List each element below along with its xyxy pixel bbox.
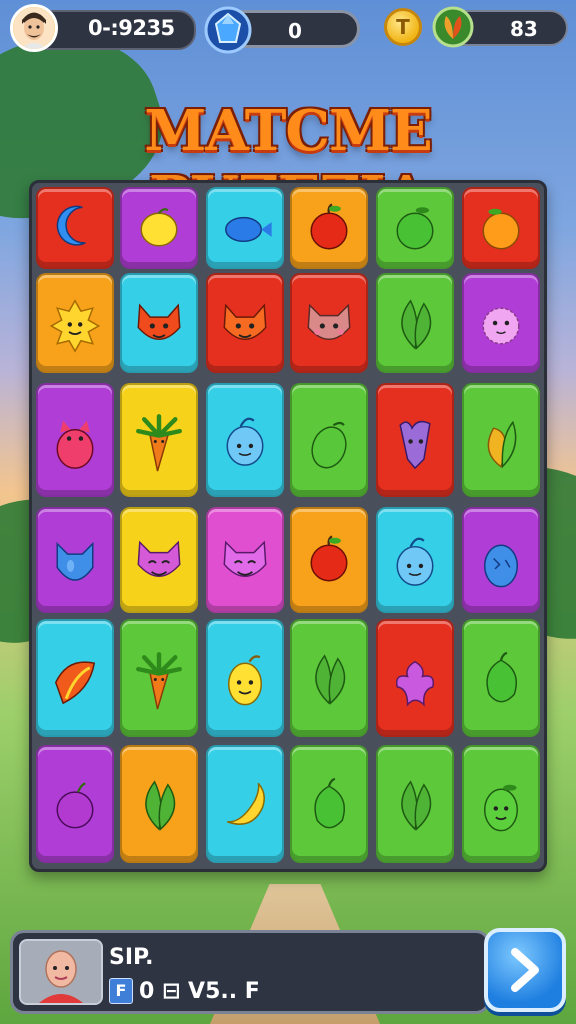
moon-candy-icon (56, 205, 86, 246)
tile-bunny[interactable] (376, 383, 454, 497)
pickle-icon (311, 421, 347, 469)
lemon-icon (140, 208, 178, 247)
tile-mango[interactable] (36, 619, 114, 737)
carrot-icon (136, 414, 182, 472)
status-text: 0 ⊟ V5.. F (139, 978, 260, 1004)
fruit-counter[interactable]: 83 (432, 6, 568, 50)
lime-face-icon (483, 784, 519, 832)
tile-fluffy[interactable] (462, 273, 540, 373)
score-value: 0-:9235 (88, 16, 175, 40)
tile-leaf[interactable] (290, 619, 368, 737)
fish-icon (396, 537, 434, 586)
coin-icon[interactable]: T (384, 8, 422, 46)
tile-fish[interactable] (206, 383, 284, 497)
tile-flower-squid[interactable] (376, 619, 454, 737)
tile-banana[interactable] (206, 745, 284, 863)
lemon-face-icon (227, 655, 263, 706)
player-avatar-icon[interactable] (10, 4, 58, 52)
bunny-icon (399, 420, 431, 470)
tile-pepper[interactable] (290, 745, 368, 863)
tile-pig-face[interactable] (290, 273, 368, 373)
leaf-icon (315, 654, 346, 705)
player-name: SIP. (109, 945, 154, 970)
profile-score-panel[interactable]: 0-:9235 (10, 4, 196, 52)
banana-icon (226, 782, 265, 825)
tile-lemon[interactable] (120, 187, 198, 269)
corn-icon (487, 420, 517, 469)
leaf-icon (401, 780, 432, 831)
tile-pickle[interactable] (290, 383, 368, 497)
blue-gem-icon (204, 6, 252, 54)
tile-apple[interactable] (290, 187, 368, 269)
tile-cat-face[interactable] (206, 507, 284, 613)
pepper-icon (314, 777, 346, 829)
tile-fish[interactable] (376, 507, 454, 613)
fox-face-icon (223, 303, 267, 341)
player-panel: SIP. F 0 ⊟ V5.. F (10, 930, 490, 1014)
tile-leaf[interactable] (120, 745, 198, 863)
tile-blue-cat[interactable] (36, 507, 114, 613)
fox-face-icon (137, 303, 181, 341)
blue-egg-icon (483, 544, 519, 588)
flower-squid-icon (396, 660, 434, 707)
plum-icon (56, 782, 94, 829)
tile-pepper[interactable] (462, 619, 540, 737)
status-flag-icon: F (109, 978, 133, 1004)
tile-leaf[interactable] (376, 273, 454, 373)
fish-icon (226, 417, 264, 466)
chevron-right-icon (511, 948, 539, 992)
gem-value: 0 (288, 19, 302, 43)
pig-face-icon (307, 303, 351, 341)
leaf-icon (401, 299, 432, 350)
lime-icon (396, 207, 434, 250)
apple-icon (310, 203, 348, 250)
leaf-fruit-icon (432, 6, 474, 48)
tile-blue-egg[interactable] (462, 507, 540, 613)
mango-icon (54, 661, 96, 705)
fruit-value: 83 (510, 17, 538, 41)
tile-carrot[interactable] (120, 383, 198, 497)
tile-sun-face[interactable] (36, 273, 114, 373)
pepper-icon (486, 651, 518, 703)
orange-icon (482, 208, 520, 250)
tile-corn[interactable] (462, 383, 540, 497)
match-board (29, 180, 547, 872)
tile-leaf[interactable] (376, 745, 454, 863)
cat-face-icon (137, 540, 181, 578)
sun-face-icon (49, 299, 101, 353)
tile-lime[interactable] (376, 187, 454, 269)
tile-cat[interactable] (36, 383, 114, 497)
blue-candy-icon (225, 216, 272, 243)
carrot-icon (136, 652, 182, 710)
tile-blue-candy[interactable] (206, 187, 284, 269)
blue-cat-icon (56, 541, 94, 581)
tile-cat-face[interactable] (120, 507, 198, 613)
player-portrait-icon[interactable] (19, 939, 103, 1005)
leaf-icon (145, 780, 176, 831)
tile-lemon-face[interactable] (206, 619, 284, 737)
tile-moon-candy[interactable] (36, 187, 114, 269)
gem-counter[interactable]: 0 (204, 6, 360, 54)
tile-orange[interactable] (462, 187, 540, 269)
tile-fox-face[interactable] (206, 273, 284, 373)
fluffy-icon (482, 307, 520, 345)
tile-apple[interactable] (290, 507, 368, 613)
tile-fox-face[interactable] (120, 273, 198, 373)
cat-icon (56, 420, 94, 469)
apple-icon (310, 535, 348, 582)
next-button[interactable] (484, 928, 566, 1012)
tile-carrot[interactable] (120, 619, 198, 737)
player-status: F 0 ⊟ V5.. F (109, 977, 260, 1005)
tile-lime-face[interactable] (462, 745, 540, 863)
tile-plum[interactable] (36, 745, 114, 863)
cat-face-icon (223, 540, 267, 578)
